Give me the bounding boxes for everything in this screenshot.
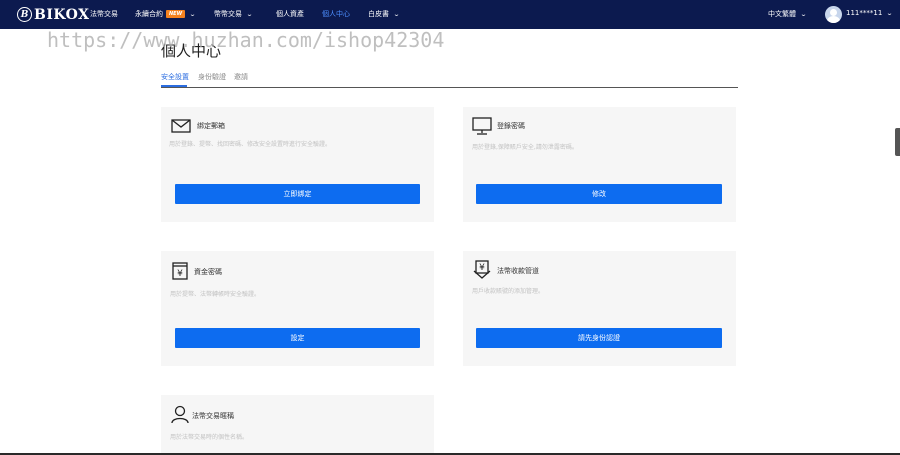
card-fiat-nickname: 法幣交易暱稱 用於法幣交易時的個性名稱。 bbox=[161, 395, 434, 455]
nav-item-label: 永續合約 bbox=[135, 10, 163, 18]
nav-item-fiat-trade[interactable]: 法幣交易 bbox=[90, 9, 118, 19]
language-label: 中文繁體 bbox=[768, 10, 796, 18]
monitor-icon bbox=[472, 117, 492, 135]
avatar[interactable] bbox=[825, 6, 842, 23]
chevron-down-icon: ⌄ bbox=[886, 9, 894, 17]
card-title: 法幣交易暱稱 bbox=[192, 412, 234, 420]
yen-down-icon: ¥ bbox=[473, 260, 491, 279]
yen-lock-icon: ¥ bbox=[172, 262, 188, 280]
page-title: 個人中心 bbox=[161, 42, 222, 60]
language-selector[interactable]: 中文繁體 ⌄ bbox=[768, 9, 808, 19]
watermark-url: https://www.huzhan.com/ishop42304 bbox=[47, 28, 445, 52]
card-description: 用於登錄、提幣、找回密碼、修改安全設置時進行安全驗證。 bbox=[169, 141, 332, 148]
avatar-head bbox=[830, 9, 837, 16]
set-fund-password-button[interactable]: 設定 bbox=[175, 328, 420, 348]
nav-item-label: 幣幣交易 bbox=[214, 10, 242, 18]
new-badge: NEW bbox=[166, 10, 186, 18]
chevron-down-icon: ⌄ bbox=[189, 10, 197, 18]
side-drawer-handle[interactable] bbox=[895, 128, 900, 156]
nav-item-user-center[interactable]: 個人中心 bbox=[322, 9, 350, 19]
card-title: 法幣收款管道 bbox=[497, 267, 539, 275]
nav-item-perpetual[interactable]: 永續合約 NEW ⌄ bbox=[135, 9, 197, 19]
change-password-button[interactable]: 修改 bbox=[476, 184, 722, 204]
nav-item-whitepaper[interactable]: 白皮書 ⌄ bbox=[368, 9, 401, 19]
nav-item-label: 白皮書 bbox=[368, 10, 389, 18]
card-description: 用於提幣、法幣轉帳時安全驗證。 bbox=[170, 291, 261, 298]
card-title: 資金密碼 bbox=[194, 268, 222, 276]
nav-item-label: 法幣交易 bbox=[90, 10, 118, 18]
envelope-icon bbox=[171, 119, 191, 133]
card-description: 用於法幣交易時的個性名稱。 bbox=[170, 434, 249, 441]
chevron-down-icon: ⌄ bbox=[392, 10, 401, 18]
card-fund-password: ¥ 資金密碼 用於提幣、法幣轉帳時安全驗證。 設定 bbox=[161, 251, 434, 366]
card-title: 登錄密碼 bbox=[497, 122, 525, 130]
tab-security-settings[interactable]: 安全設置 bbox=[161, 72, 189, 82]
person-icon bbox=[171, 405, 189, 424]
top-nav-bar: B BIKOX 法幣交易 永續合約 NEW ⌄ 幣幣交易 ⌄ 個人資產 個人中心… bbox=[0, 0, 900, 29]
card-fiat-payment: ¥ 法幣收款管道 用戶收款賬號的添加管理。 請先身份認證 bbox=[463, 251, 736, 366]
chevron-down-icon: ⌄ bbox=[799, 10, 808, 18]
nav-item-label: 個人中心 bbox=[322, 10, 350, 18]
card-bind-email: 綁定郵箱 用於登錄、提幣、找回密碼、修改安全設置時進行安全驗證。 立即綁定 bbox=[161, 107, 434, 222]
verify-identity-first-button[interactable]: 請先身份認證 bbox=[476, 328, 722, 348]
tab-divider bbox=[161, 87, 738, 88]
tab-identity-verification[interactable]: 身份驗證 bbox=[198, 72, 226, 82]
card-login-password: 登錄密碼 用於登錄,保障賬戶安全,請勿泄露密碼。 修改 bbox=[463, 107, 736, 222]
card-description: 用於登錄,保障賬戶安全,請勿泄露密碼。 bbox=[472, 144, 578, 151]
user-menu[interactable]: 111****11 ⌄ bbox=[846, 9, 894, 17]
svg-text:¥: ¥ bbox=[177, 269, 183, 279]
username: 111****11 bbox=[846, 9, 883, 17]
chevron-down-icon: ⌄ bbox=[245, 10, 254, 18]
avatar-shoulders bbox=[827, 16, 840, 23]
nav-item-coin-trade[interactable]: 幣幣交易 ⌄ bbox=[214, 9, 254, 19]
card-title: 綁定郵箱 bbox=[197, 122, 225, 130]
main-nav: 法幣交易 永續合約 NEW ⌄ 幣幣交易 ⌄ 個人資產 個人中心 白皮書 ⌄ 中… bbox=[0, 0, 900, 29]
nav-item-label: 個人資產 bbox=[276, 10, 304, 18]
svg-text:¥: ¥ bbox=[479, 263, 485, 273]
tab-bar: 安全設置 身份驗證 邀請 bbox=[161, 72, 738, 88]
card-description: 用戶收款賬號的添加管理。 bbox=[472, 288, 545, 295]
nav-item-assets[interactable]: 個人資產 bbox=[276, 9, 304, 19]
tab-invite[interactable]: 邀請 bbox=[234, 72, 248, 82]
bind-email-button[interactable]: 立即綁定 bbox=[175, 184, 420, 204]
